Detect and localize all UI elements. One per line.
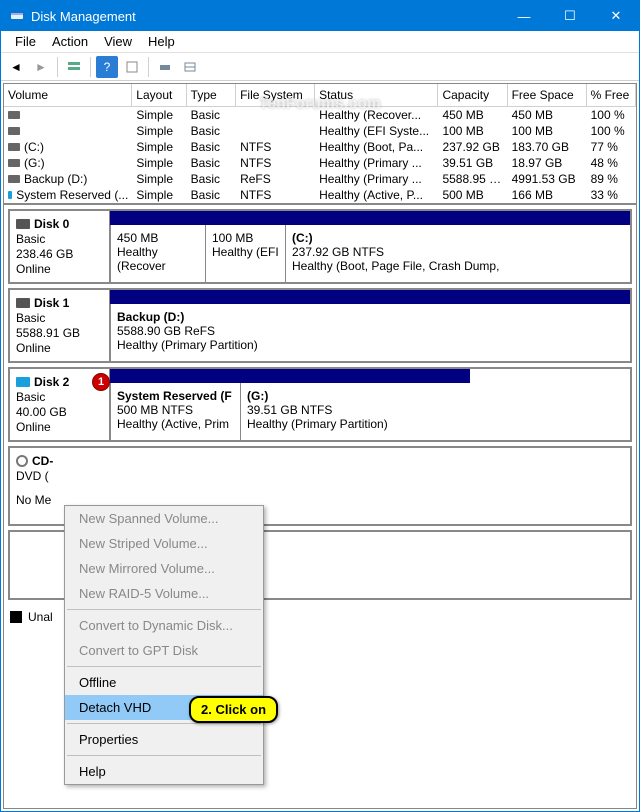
col-filesystem[interactable]: File System <box>236 84 315 106</box>
window-title: Disk Management <box>31 9 501 24</box>
volume-row[interactable]: SimpleBasic Healthy (EFI Syste... 100 MB… <box>4 123 636 139</box>
ctx-new-mirrored: New Mirrored Volume... <box>65 556 263 581</box>
partition[interactable]: Backup (D:)5588.90 GB ReFSHealthy (Prima… <box>110 304 630 361</box>
col-freespace[interactable]: Free Space <box>508 84 587 106</box>
maximize-button[interactable]: ☐ <box>547 1 593 31</box>
volume-row[interactable]: (C:) SimpleBasic NTFSHealthy (Boot, Pa..… <box>4 139 636 155</box>
disk-icon <box>16 377 30 387</box>
disk-pane: Disk 0 Basic 238.46 GB Online 450 MBHeal… <box>4 205 636 808</box>
ctx-new-spanned: New Spanned Volume... <box>65 506 263 531</box>
partition[interactable]: (G:)39.51 GB NTFSHealthy (Primary Partit… <box>240 383 470 440</box>
refresh-button[interactable] <box>121 56 143 78</box>
col-capacity[interactable]: Capacity <box>438 84 507 106</box>
ctx-offline[interactable]: Offline <box>65 670 263 695</box>
disk-row-0[interactable]: Disk 0 Basic 238.46 GB Online 450 MBHeal… <box>8 209 632 284</box>
tool-b-button[interactable] <box>179 56 201 78</box>
minimize-button[interactable]: — <box>501 1 547 31</box>
ctx-help[interactable]: Help <box>65 759 263 784</box>
disk-info: CD- DVD ( No Me <box>10 448 70 524</box>
titlebar[interactable]: Disk Management — ☐ ✕ <box>1 1 639 31</box>
ctx-convert-gpt: Convert to GPT Disk <box>65 638 263 663</box>
view-list-button[interactable] <box>63 56 85 78</box>
menu-action[interactable]: Action <box>44 32 96 51</box>
content-area: Volume Layout Type File System Status Ca… <box>3 83 637 809</box>
help-button[interactable]: ? <box>96 56 118 78</box>
volume-table-header: Volume Layout Type File System Status Ca… <box>4 84 636 107</box>
annotation-step-1: 1 <box>92 373 110 391</box>
disk-info: Disk 1 Basic 5588.91 GB Online <box>10 290 110 361</box>
close-button[interactable]: ✕ <box>593 1 639 31</box>
back-button[interactable]: ◄ <box>5 56 27 78</box>
context-menu: New Spanned Volume... New Striped Volume… <box>64 505 264 785</box>
ctx-new-raid5: New RAID-5 Volume... <box>65 581 263 606</box>
menu-view[interactable]: View <box>96 32 140 51</box>
legend-swatch-icon <box>10 611 22 623</box>
col-type[interactable]: Type <box>187 84 236 106</box>
menu-file[interactable]: File <box>7 32 44 51</box>
disk-management-window: Disk Management — ☐ ✕ File Action View H… <box>0 0 640 812</box>
col-pctfree[interactable]: % Free <box>587 84 636 106</box>
cd-icon <box>16 455 28 467</box>
col-layout[interactable]: Layout <box>132 84 186 106</box>
disk-row-1[interactable]: Disk 1 Basic 5588.91 GB Online Backup (D… <box>8 288 632 363</box>
disk-icon <box>16 298 30 308</box>
toolbar: ◄ ► ? <box>1 53 639 81</box>
volume-table: Volume Layout Type File System Status Ca… <box>4 84 636 205</box>
col-status[interactable]: Status <box>315 84 438 106</box>
volume-row[interactable]: Backup (D:) SimpleBasic ReFSHealthy (Pri… <box>4 171 636 187</box>
partition[interactable]: 450 MBHealthy (Recover <box>110 225 205 282</box>
forward-button[interactable]: ► <box>30 56 52 78</box>
ctx-convert-dynamic: Convert to Dynamic Disk... <box>65 613 263 638</box>
menubar: File Action View Help <box>1 31 639 53</box>
ctx-new-striped: New Striped Volume... <box>65 531 263 556</box>
col-volume[interactable]: Volume <box>4 84 132 106</box>
disk-info: Disk 0 Basic 238.46 GB Online <box>10 211 110 282</box>
partition[interactable]: 100 MBHealthy (EFI <box>205 225 285 282</box>
partition[interactable]: System Reserved (F500 MB NTFSHealthy (Ac… <box>110 383 240 440</box>
ctx-properties[interactable]: Properties <box>65 727 263 752</box>
app-icon <box>9 8 25 24</box>
volume-row[interactable]: System Reserved (... SimpleBasic NTFSHea… <box>4 187 636 203</box>
volume-row[interactable]: (G:) SimpleBasic NTFSHealthy (Primary ..… <box>4 155 636 171</box>
volume-row[interactable]: SimpleBasic Healthy (Recover... 450 MB45… <box>4 107 636 123</box>
disk-icon <box>16 219 30 229</box>
partition[interactable]: (C:)237.92 GB NTFSHealthy (Boot, Page Fi… <box>285 225 630 282</box>
tool-a-button[interactable] <box>154 56 176 78</box>
disk-row-2[interactable]: 1 Disk 2 Basic 40.00 GB Online System Re… <box>8 367 632 442</box>
annotation-step-2: 2. Click on <box>189 696 278 723</box>
menu-help[interactable]: Help <box>140 32 183 51</box>
